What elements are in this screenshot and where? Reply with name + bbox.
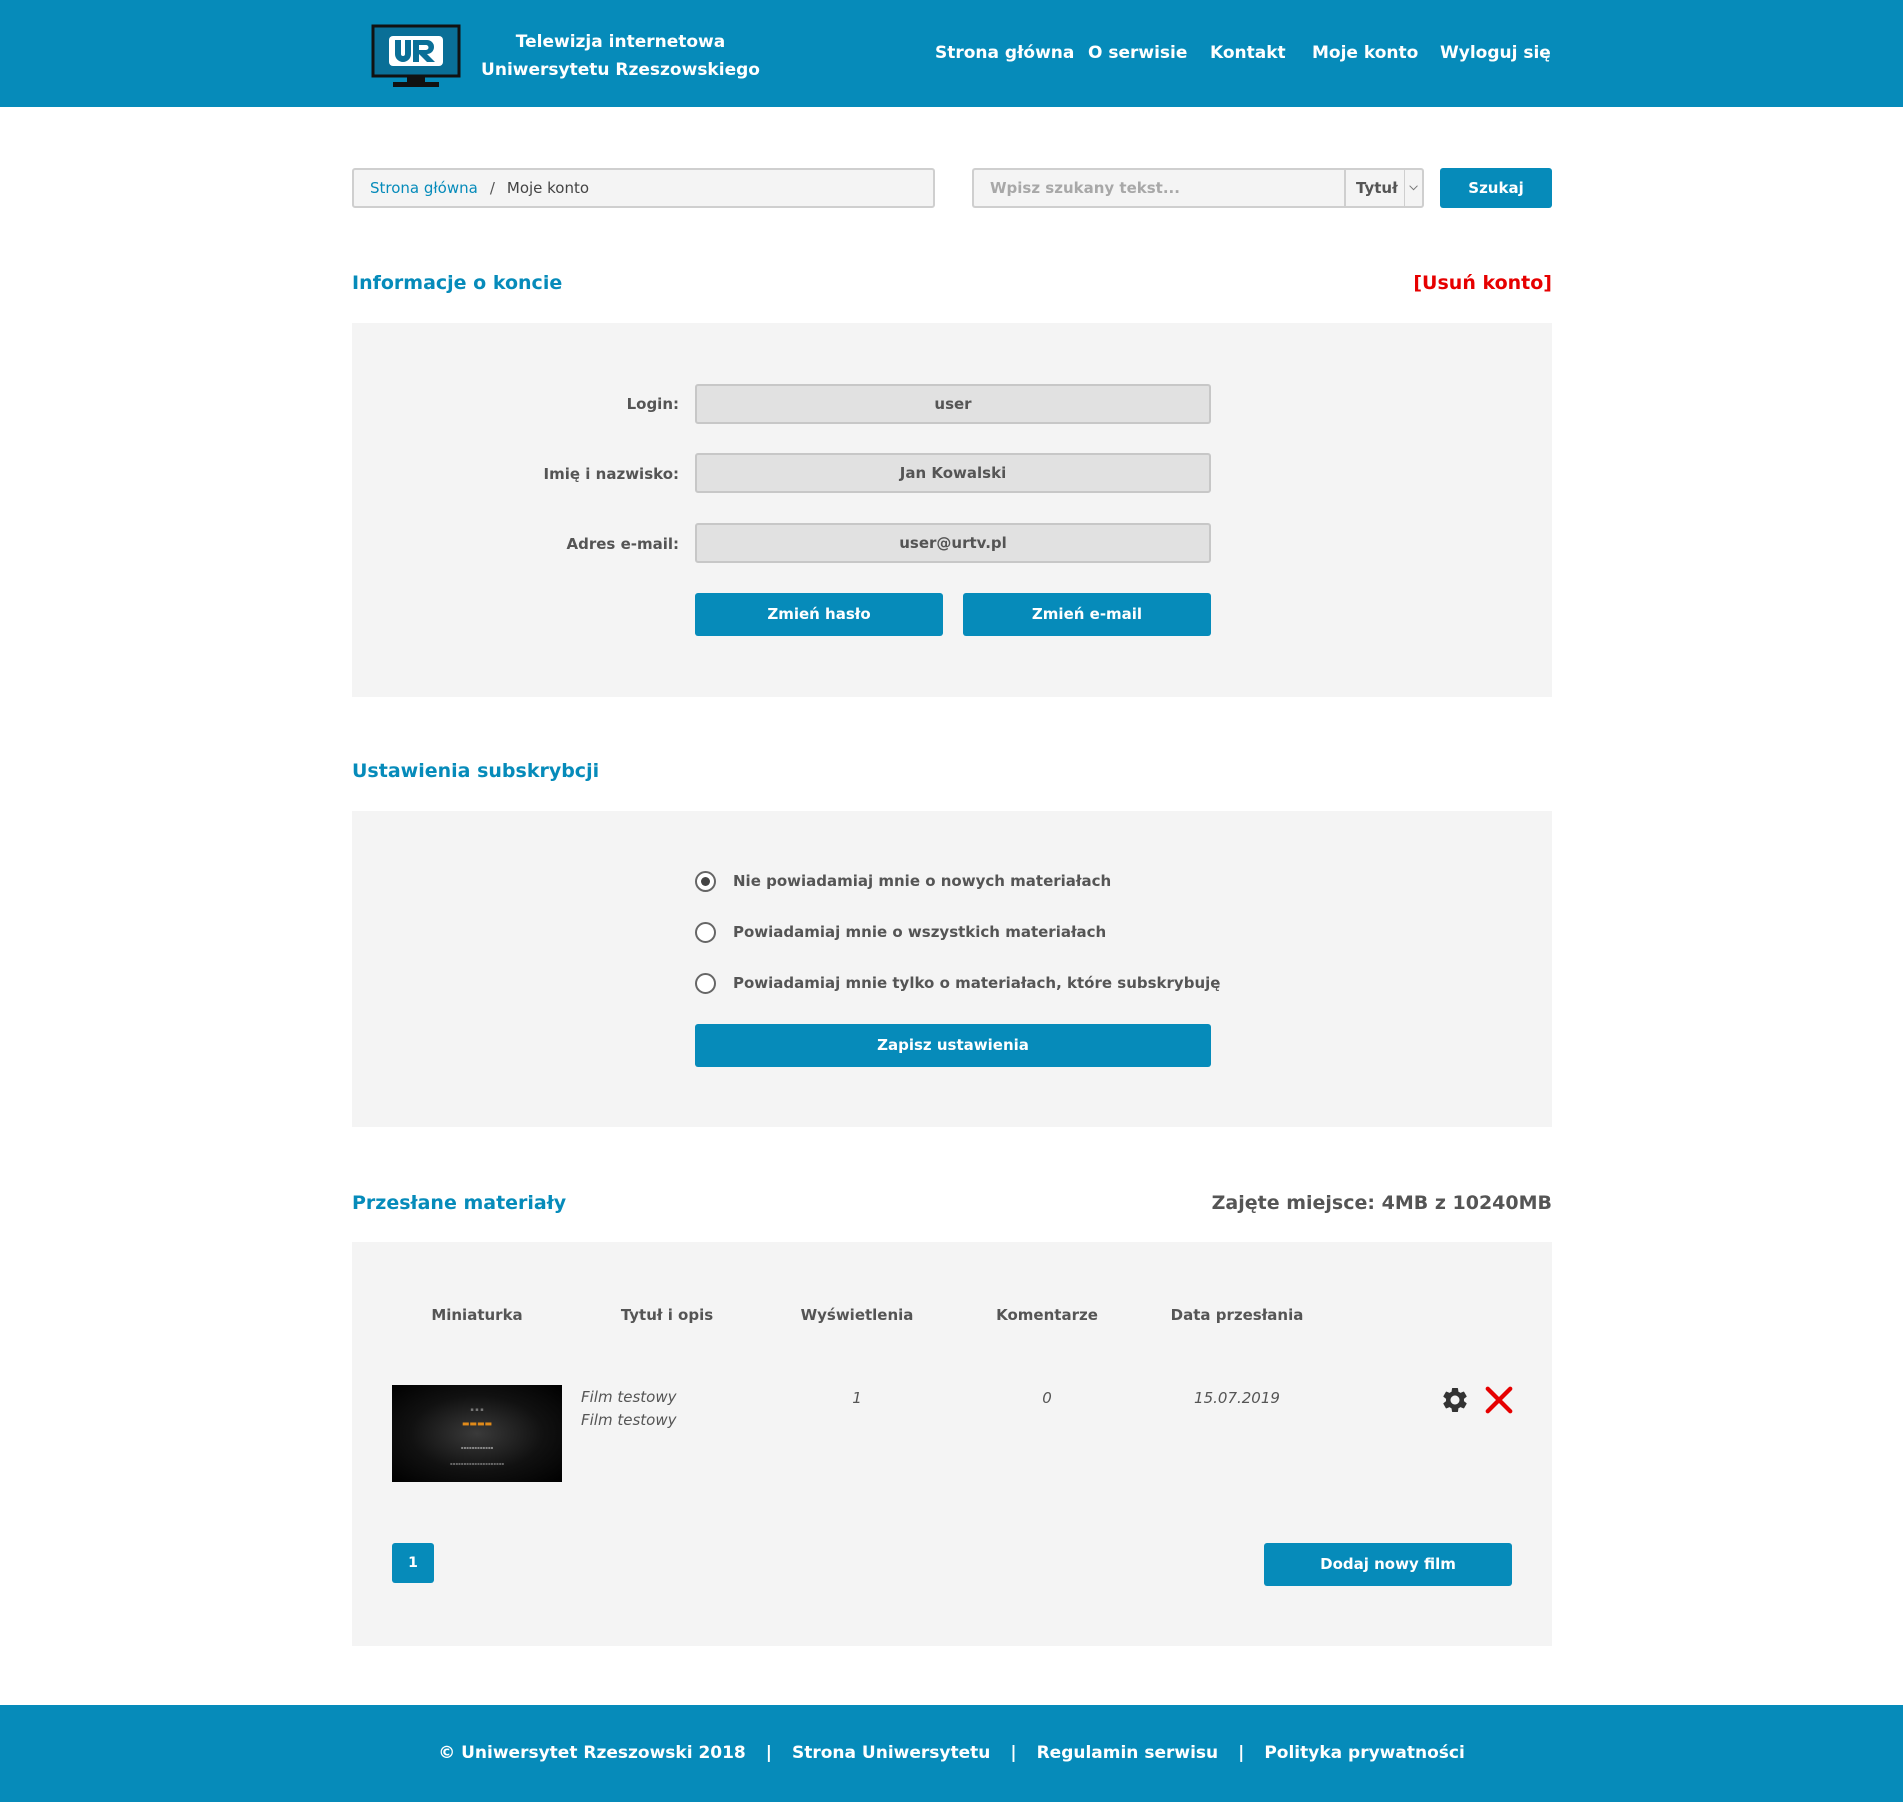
name-label: Imię i nazwisko: bbox=[543, 465, 679, 483]
video-title[interactable]: Film testowy bbox=[581, 1388, 676, 1406]
change-password-button[interactable]: Zmień hasło bbox=[695, 593, 943, 636]
video-comments: 0 bbox=[1042, 1389, 1052, 1407]
gear-icon[interactable] bbox=[1440, 1385, 1470, 1415]
search-field-value: Tytuł bbox=[1356, 179, 1398, 197]
subscription-section-title: Ustawienia subskrybcji bbox=[352, 760, 600, 782]
radio-label: Powiadamiaj mnie tylko o materiałach, kt… bbox=[733, 974, 1221, 992]
radio-button[interactable] bbox=[695, 871, 716, 892]
column-thumbnail: Miniaturka bbox=[431, 1306, 523, 1324]
radio-label: Powiadamiaj mnie o wszystkich materiałac… bbox=[733, 923, 1107, 941]
name-field: Jan Kowalski bbox=[695, 453, 1211, 493]
email-label: Adres e-mail: bbox=[566, 535, 680, 553]
save-settings-button[interactable]: Zapisz ustawienia bbox=[695, 1024, 1211, 1067]
main-content: Strona główna/Moje konto Tytuł ⌵ Szukaj … bbox=[352, 0, 1552, 1802]
footer-link-university[interactable]: Strona Uniwersytetu bbox=[792, 1743, 990, 1763]
storage-usage: Zajęte miejsce: 4MB z 10240MB bbox=[1211, 1192, 1552, 1214]
video-upload-date: 15.07.2019 bbox=[1194, 1389, 1280, 1407]
site-footer: © Uniwersytet Rzeszowski 2018 | Strona Uni… bbox=[0, 1705, 1903, 1802]
account-panel: Login: user Imię i nazwisko: Jan Kowalsk… bbox=[352, 323, 1552, 697]
footer-link-privacy[interactable]: Polityka prywatności bbox=[1264, 1743, 1464, 1763]
video-views: 1 bbox=[852, 1389, 862, 1407]
subscription-panel: Nie powiadamiaj mnie o nowych materiałac… bbox=[352, 811, 1552, 1127]
search-input[interactable] bbox=[972, 168, 1344, 208]
delete-account-link[interactable]: [Usuń konto] bbox=[1413, 272, 1552, 294]
materials-section-title: Przesłane materiały bbox=[352, 1192, 567, 1214]
close-icon[interactable] bbox=[1484, 1385, 1514, 1415]
breadcrumb-separator: / bbox=[489, 179, 495, 197]
column-comments: Komentarze bbox=[996, 1306, 1098, 1324]
search-button[interactable]: Szukaj bbox=[1440, 168, 1552, 208]
footer-copyright: © Uniwersytet Rzeszowski 2018 bbox=[438, 1743, 746, 1763]
radio-button[interactable] bbox=[695, 922, 716, 943]
add-new-film-button[interactable]: Dodaj nowy film bbox=[1264, 1543, 1512, 1586]
footer-separator: | bbox=[1238, 1743, 1245, 1763]
breadcrumb-current: Moje konto bbox=[506, 179, 590, 197]
login-label: Login: bbox=[626, 395, 679, 413]
chevron-down-icon: ⌵ bbox=[1404, 170, 1422, 206]
column-upload-date: Data przesłania bbox=[1170, 1306, 1304, 1324]
footer-separator: | bbox=[1010, 1743, 1017, 1763]
change-email-button[interactable]: Zmień e-mail bbox=[963, 593, 1211, 636]
video-description: Film testowy bbox=[581, 1411, 677, 1429]
radio-label: Nie powiadamiaj mnie o nowych materiałac… bbox=[733, 872, 1112, 890]
pagination-page-1[interactable]: 1 bbox=[392, 1543, 434, 1583]
breadcrumb-home-link[interactable]: Strona główna bbox=[370, 179, 478, 197]
breadcrumb: Strona główna / Moje konto bbox=[352, 168, 935, 208]
column-views: Wyświetlenia bbox=[800, 1306, 914, 1324]
footer-separator: | bbox=[765, 1743, 772, 1763]
email-field: user@urtv.pl bbox=[695, 523, 1211, 563]
account-section-title: Informacje o koncie bbox=[352, 272, 563, 294]
footer-link-terms[interactable]: Regulamin serwisu bbox=[1037, 1743, 1219, 1763]
search-field-select[interactable]: Tytuł ⌵ bbox=[1344, 168, 1424, 208]
video-thumbnail[interactable]: ▪ ▪ ▪ ▬▬▬▬ ▪▪▪▪▪▪▪▪▪▪▪▪ ▪▪▪▪▪▪▪▪▪▪▪▪▪▪▪▪… bbox=[392, 1385, 562, 1482]
radio-button[interactable] bbox=[695, 973, 716, 994]
login-field: user bbox=[695, 384, 1211, 424]
column-title: Tytuł i opis bbox=[620, 1306, 714, 1324]
